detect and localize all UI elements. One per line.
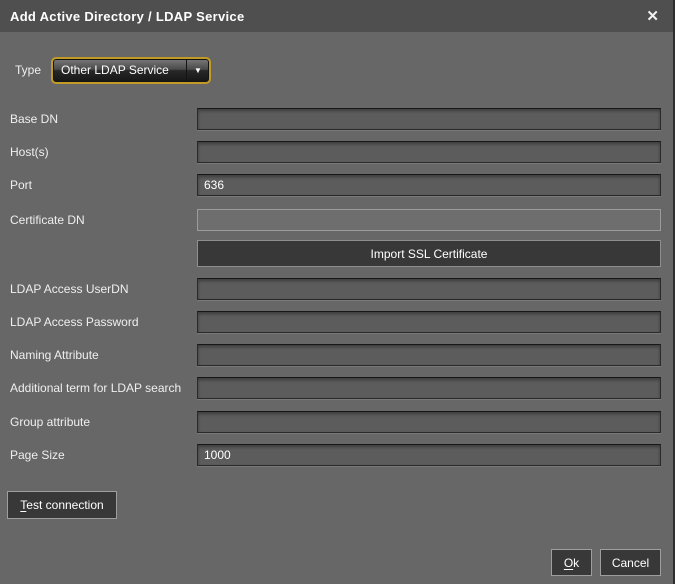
page-size-input[interactable] <box>197 444 661 466</box>
port-label: Port <box>10 178 197 192</box>
port-input[interactable] <box>197 174 661 196</box>
certificate-dn-label: Certificate DN <box>10 213 197 227</box>
dialog-title: Add Active Directory / LDAP Service <box>10 9 244 24</box>
ok-label: k <box>573 556 579 570</box>
naming-attribute-input[interactable] <box>197 344 661 366</box>
field-row-port: Port <box>10 174 661 196</box>
additional-term-input[interactable] <box>197 377 661 399</box>
additional-term-label: Additional term for LDAP search <box>10 381 197 395</box>
test-connection-button[interactable]: Test connection <box>7 491 117 519</box>
field-row-naming-attribute: Naming Attribute <box>10 344 661 366</box>
dialog-titlebar: Add Active Directory / LDAP Service ✕ <box>0 0 673 32</box>
cancel-button[interactable]: Cancel <box>600 549 661 576</box>
import-ssl-row: Import SSL Certificate <box>197 240 661 267</box>
import-ssl-certificate-button[interactable]: Import SSL Certificate <box>197 240 661 267</box>
group-attribute-label: Group attribute <box>10 415 197 429</box>
field-row-ldap-access-userdn: LDAP Access UserDN <box>10 278 661 300</box>
field-row-base-dn: Base DN <box>10 108 661 130</box>
field-row-group-attribute: Group attribute <box>10 411 661 433</box>
ok-button[interactable]: Ok <box>551 549 592 576</box>
naming-attribute-label: Naming Attribute <box>10 348 197 362</box>
certificate-dn-input <box>197 209 661 231</box>
ldap-access-userdn-input[interactable] <box>197 278 661 300</box>
ldap-access-password-label: LDAP Access Password <box>10 315 197 329</box>
type-row: Type Other LDAP Service ▼ <box>15 56 211 84</box>
field-row-page-size: Page Size <box>10 444 661 466</box>
field-row-ldap-access-password: LDAP Access Password <box>10 311 661 333</box>
ok-mnemonic: O <box>564 556 573 570</box>
test-connection-label: est connection <box>26 498 103 512</box>
field-row-additional-term: Additional term for LDAP search <box>10 377 661 399</box>
base-dn-input[interactable] <box>197 108 661 130</box>
page-size-label: Page Size <box>10 448 197 462</box>
close-icon[interactable]: ✕ <box>642 7 663 26</box>
group-attribute-input[interactable] <box>197 411 661 433</box>
ldap-access-password-input[interactable] <box>197 311 661 333</box>
type-dropdown-value: Other LDAP Service <box>53 63 186 77</box>
add-ldap-service-dialog: Add Active Directory / LDAP Service ✕ Ty… <box>0 0 675 584</box>
field-row-certificate-dn: Certificate DN <box>10 209 661 231</box>
ldap-access-userdn-label: LDAP Access UserDN <box>10 282 197 296</box>
field-row-hosts: Host(s) <box>10 141 661 163</box>
type-dropdown[interactable]: Other LDAP Service ▼ <box>51 57 211 84</box>
hosts-label: Host(s) <box>10 145 197 159</box>
base-dn-label: Base DN <box>10 112 197 126</box>
chevron-down-icon[interactable]: ▼ <box>186 59 209 82</box>
hosts-input[interactable] <box>197 141 661 163</box>
type-label: Type <box>15 63 41 77</box>
